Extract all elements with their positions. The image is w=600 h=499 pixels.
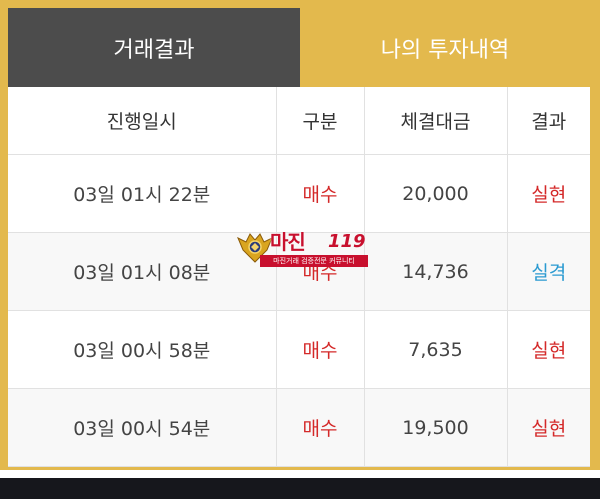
- bottom-bar: [0, 478, 600, 499]
- watermark-logo: 마진 119 마진거래 검증전문 커뮤니티: [236, 230, 368, 268]
- cell-amount: 7,635: [364, 310, 508, 389]
- watermark-subtitle: 마진거래 검증전문 커뮤니티: [260, 255, 368, 267]
- header-result: 결과: [507, 87, 590, 155]
- watermark-title: 마진: [270, 230, 306, 254]
- page: 거래결과 나의 투자내역 진행일시 구분 체결대금 결과 03일 01시 22분…: [0, 0, 600, 499]
- tab-trade-result[interactable]: 거래결과: [8, 8, 300, 87]
- tab-bar: 거래결과 나의 투자내역: [8, 8, 590, 87]
- cell-result: 실현: [507, 310, 590, 389]
- table-row: 03일 01시 22분 매수 20,000 실현: [8, 154, 590, 233]
- cell-type: 매수: [276, 310, 365, 389]
- cell-amount: 14,736: [364, 232, 508, 311]
- cell-datetime: 03일 00시 58분: [8, 310, 277, 389]
- cell-result: 실격: [507, 232, 590, 311]
- watermark-number: 119: [328, 231, 366, 252]
- tab-my-investment[interactable]: 나의 투자내역: [300, 8, 590, 87]
- cell-amount: 20,000: [364, 154, 508, 233]
- header-datetime: 진행일시: [8, 87, 277, 155]
- cell-result: 실현: [507, 154, 590, 233]
- cell-type: 매수: [276, 388, 365, 467]
- cell-amount: 19,500: [364, 388, 508, 467]
- header-type: 구분: [276, 87, 365, 155]
- investment-table: 진행일시 구분 체결대금 결과 03일 01시 22분 매수 20,000 실현…: [8, 87, 590, 467]
- table-row: 03일 00시 58분 매수 7,635 실현: [8, 310, 590, 389]
- cell-datetime: 03일 01시 22분: [8, 154, 277, 233]
- header-amount: 체결대금: [364, 87, 508, 155]
- cell-type: 매수: [276, 154, 365, 233]
- table-header-row: 진행일시 구분 체결대금 결과: [8, 87, 590, 155]
- table-row: 03일 00시 54분 매수 19,500 실현: [8, 388, 590, 467]
- cell-result: 실현: [507, 388, 590, 467]
- cell-datetime: 03일 00시 54분: [8, 388, 277, 467]
